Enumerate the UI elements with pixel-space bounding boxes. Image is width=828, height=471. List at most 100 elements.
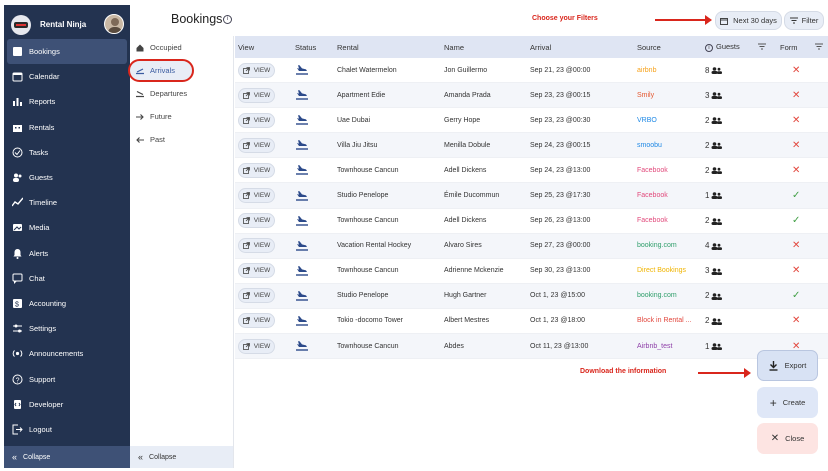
subnav-item-future[interactable]: Future xyxy=(130,105,233,128)
column-header-form[interactable]: Form xyxy=(780,43,798,52)
column-header-status[interactable]: Status xyxy=(295,43,316,52)
view-button[interactable]: VIEW xyxy=(238,288,275,304)
plane-landing-icon xyxy=(296,65,308,75)
view-button[interactable]: VIEW xyxy=(238,313,275,329)
create-label: Create xyxy=(782,398,806,407)
period-select-button[interactable]: Next 30 days xyxy=(715,11,782,30)
guests-cell: 1 xyxy=(705,191,723,200)
logout-icon xyxy=(12,424,23,435)
rental-cell: Townhouse Cancun xyxy=(337,342,399,350)
sidebar-item-label: Bookings xyxy=(29,47,60,57)
table-row[interactable]: VIEW Chalet Watermelon Jon Guillermo Sep 21… xyxy=(235,58,828,84)
column-header-source[interactable]: Source xyxy=(637,43,661,52)
sidebar-item-tasks[interactable]: Tasks xyxy=(4,140,130,165)
filter-button[interactable]: Filter xyxy=(784,11,824,30)
table-row[interactable]: VIEW Vacation Rental Hockey Alvaro Sires Se… xyxy=(235,233,828,259)
info-icon[interactable]: i xyxy=(223,15,232,24)
sidebar-item-chat[interactable]: Chat xyxy=(4,266,130,291)
table-row[interactable]: VIEW Townhouse Cancun Adell Dickens Sep 26,… xyxy=(235,209,828,234)
create-button[interactable]: + Create xyxy=(757,387,818,418)
table-row[interactable]: VIEW Townhouse Cancun Abdes Oct 11, 23 @13:… xyxy=(235,334,828,360)
user-avatar[interactable] xyxy=(104,14,124,34)
sidebar-item-accounting[interactable]: $ Accounting xyxy=(4,291,130,316)
double-chevron-left-icon: « xyxy=(12,452,18,462)
subnav-item-arrivals[interactable]: Arrivals xyxy=(128,59,194,82)
column-header-arrival[interactable]: Arrival xyxy=(530,43,551,52)
close-icon: ✕ xyxy=(792,315,801,327)
sidebar-item-guests[interactable]: Guests xyxy=(4,165,130,190)
subnav-collapse-button[interactable]: « Collapse xyxy=(130,446,233,468)
view-button[interactable]: VIEW xyxy=(238,263,275,279)
guests-icon xyxy=(711,292,723,300)
sidebar-item-support[interactable]: ? Support xyxy=(4,366,130,391)
sidebar-collapse-button[interactable]: « Collapse xyxy=(4,446,130,468)
open-external-icon xyxy=(242,192,250,199)
guests-icon xyxy=(711,267,723,275)
sidebar-item-bookings[interactable]: Bookings xyxy=(7,39,127,65)
rental-cell: Chalet Watermelon xyxy=(337,66,397,74)
view-button[interactable]: VIEW xyxy=(238,188,275,204)
column-header-name[interactable]: Name xyxy=(444,43,464,52)
announcements-icon xyxy=(12,350,23,358)
view-button[interactable]: VIEW xyxy=(238,338,275,354)
sidebar-item-settings[interactable]: Settings xyxy=(4,316,130,341)
view-button[interactable]: VIEW xyxy=(238,87,275,103)
column-label: Guests xyxy=(716,42,740,52)
rental-cell: Vacation Rental Hockey xyxy=(337,242,412,250)
guests-count: 2 xyxy=(705,291,710,301)
sidebar-item-timeline[interactable]: Timeline xyxy=(4,190,130,215)
sidebar-item-label: Guests xyxy=(29,173,53,183)
sidebar-item-alerts[interactable]: Alerts xyxy=(4,241,130,266)
view-button[interactable]: VIEW xyxy=(238,137,275,153)
table-row[interactable]: VIEW Tokio -docomo Tower Albert Mestres Oct… xyxy=(235,309,828,335)
table-row[interactable]: VIEW Apartment Edie Amanda Prada Sep 23, 23… xyxy=(235,83,828,109)
guest-name-cell: Albert Mestres xyxy=(444,317,490,325)
sidebar-item-reports[interactable]: Reports xyxy=(4,89,130,114)
table-row[interactable]: VIEW Townhouse Cancun Adrienne Mckenzie Sep… xyxy=(235,259,828,284)
sidebar-item-label: Rentals xyxy=(29,122,55,132)
table-row[interactable]: VIEW Villa Jiu Jitsu Menilla Dobule Sep 24,… xyxy=(235,133,828,159)
view-button[interactable]: VIEW xyxy=(238,213,275,229)
filter-guests-icon[interactable] xyxy=(758,43,766,52)
sidebar-item-announcements[interactable]: Announcements xyxy=(4,341,130,366)
accounting-icon: $ xyxy=(13,298,22,308)
sidebar-item-rentals[interactable]: Rentals xyxy=(4,115,130,140)
guests-cell: 2 xyxy=(705,116,723,125)
export-button[interactable]: Export xyxy=(757,350,818,381)
table-row[interactable]: VIEW Uae Dubai Gerry Hope Sep 23, 23 @00:30… xyxy=(235,108,828,134)
close-icon: ✕ xyxy=(792,139,801,151)
guest-name-cell: Alvaro Sires xyxy=(444,242,482,250)
alerts-icon xyxy=(13,248,22,259)
sidebar-item-media[interactable]: Media xyxy=(4,215,130,240)
column-label: Name xyxy=(444,42,465,52)
sidebar-item-developer[interactable]: Developer xyxy=(4,392,130,417)
period-label: Next 30 days xyxy=(733,16,777,25)
table-row[interactable]: VIEW Studio Penelope Hugh Gartner Oct 1, 23… xyxy=(235,283,828,309)
view-button[interactable]: VIEW xyxy=(238,162,275,178)
filter-form-icon[interactable] xyxy=(815,43,823,52)
guest-name-cell: Hugh Gartner xyxy=(444,292,487,300)
guests-count: 2 xyxy=(705,165,710,175)
guests-icon xyxy=(711,242,723,250)
close-button[interactable]: ✕ Close xyxy=(757,423,818,454)
view-button[interactable]: VIEW xyxy=(238,62,275,78)
sidebar-item-logout[interactable]: Logout xyxy=(4,417,130,442)
subnav-item-past[interactable]: Past xyxy=(130,128,233,151)
view-label: VIEW xyxy=(253,292,271,300)
guests-cell: 2 xyxy=(705,216,723,225)
column-header-view[interactable]: View xyxy=(238,43,254,52)
column-header-rental[interactable]: Rental xyxy=(337,43,359,52)
view-button[interactable]: VIEW xyxy=(238,238,275,254)
developer-icon xyxy=(14,399,21,409)
subnav-item-occupied[interactable]: Occupied xyxy=(130,36,233,59)
brand-header: Rental Ninja xyxy=(8,11,130,39)
table-row[interactable]: VIEW Studio Penelope Émile Ducommun Sep 25,… xyxy=(235,183,828,209)
table-row[interactable]: VIEW Townhouse Cancun Adell Dickens Sep 24,… xyxy=(235,158,828,184)
sidebar-item-label: Tasks xyxy=(29,147,49,157)
column-header-guests[interactable]: i Guests xyxy=(705,42,740,52)
guest-name-cell: Adell Dickens xyxy=(444,166,487,174)
subnav-item-departures[interactable]: Departures xyxy=(130,82,233,105)
sidebar-item-calendar[interactable]: Calendar xyxy=(4,64,130,89)
info-icon[interactable]: i xyxy=(705,43,713,52)
view-button[interactable]: VIEW xyxy=(238,112,275,128)
